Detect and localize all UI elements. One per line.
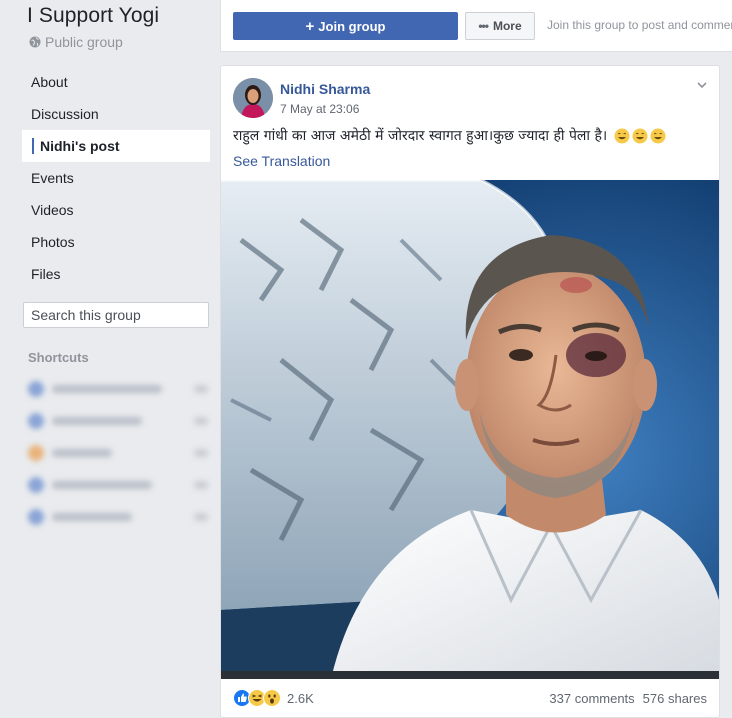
shortcut-item[interactable] [28,405,208,437]
wow-reaction-icon [263,689,281,707]
shortcut-item[interactable] [28,437,208,469]
group-privacy: Public group [29,34,123,50]
plus-icon: + [305,17,315,35]
sidebar-item-discussion[interactable]: Discussion [22,98,210,130]
author-avatar[interactable] [233,78,273,118]
grin-emoji-icon [650,128,666,144]
post-photo[interactable] [221,180,719,679]
group-search-input[interactable] [24,307,212,323]
group-privacy-label: Public group [45,34,123,50]
join-hint: Join this group to post and commer [547,18,732,32]
shortcut-item[interactable] [28,373,208,405]
shortcut-item[interactable] [28,469,208,501]
shortcut-item[interactable] [28,501,208,533]
reactions-summary[interactable]: 2.6K [233,689,314,707]
comments-count-link[interactable]: 337 comments [549,691,634,706]
sidebar-item-videos[interactable]: Videos [22,194,210,226]
sidebar-item-photos[interactable]: Photos [22,226,210,258]
globe-icon [29,36,41,48]
more-label: More [492,19,522,33]
reaction-count: 2.6K [287,690,314,706]
group-action-bar: + Join group ••• More Join this group to… [220,0,732,52]
chevron-down-icon[interactable] [695,78,709,92]
join-group-button[interactable]: + Join group [233,12,458,40]
shortcut-list [28,373,208,533]
grin-emoji-icon [614,128,630,144]
reaction-icons [233,689,281,707]
join-group-label: Join group [318,18,386,34]
post-text: राहुल गांधी का आज अमेठी में जोरदार स्वाग… [233,126,713,145]
author-name[interactable]: Nidhi Sharma [280,81,370,97]
post-card: Nidhi Sharma 7 May at 23:06 राहुल गांधी … [220,65,720,718]
sidebar-item-files[interactable]: Files [22,258,210,290]
post-timestamp[interactable]: 7 May at 23:06 [280,102,359,116]
more-dots-icon: ••• [478,19,489,33]
shortcuts-heading: Shortcuts [28,350,89,365]
group-title[interactable]: I Support Yogi [27,4,159,28]
shares-count-link[interactable]: 576 shares [643,691,707,706]
group-search-box [23,302,212,328]
group-sidebar-nav: About Discussion Nidhi's post Events Vid… [22,66,210,290]
see-translation-link[interactable]: See Translation [233,153,330,169]
more-button[interactable]: ••• More [465,12,535,40]
sidebar-item-events[interactable]: Events [22,162,210,194]
engagement-stats: 337 comments 576 shares [549,691,707,706]
emoji-group [614,128,666,144]
sidebar-item-post[interactable]: Nidhi's post [22,130,210,162]
grin-emoji-icon [632,128,648,144]
sidebar-item-about[interactable]: About [22,66,210,98]
post-text-content: राहुल गांधी का आज अमेठी में जोरदार स्वाग… [233,128,608,144]
